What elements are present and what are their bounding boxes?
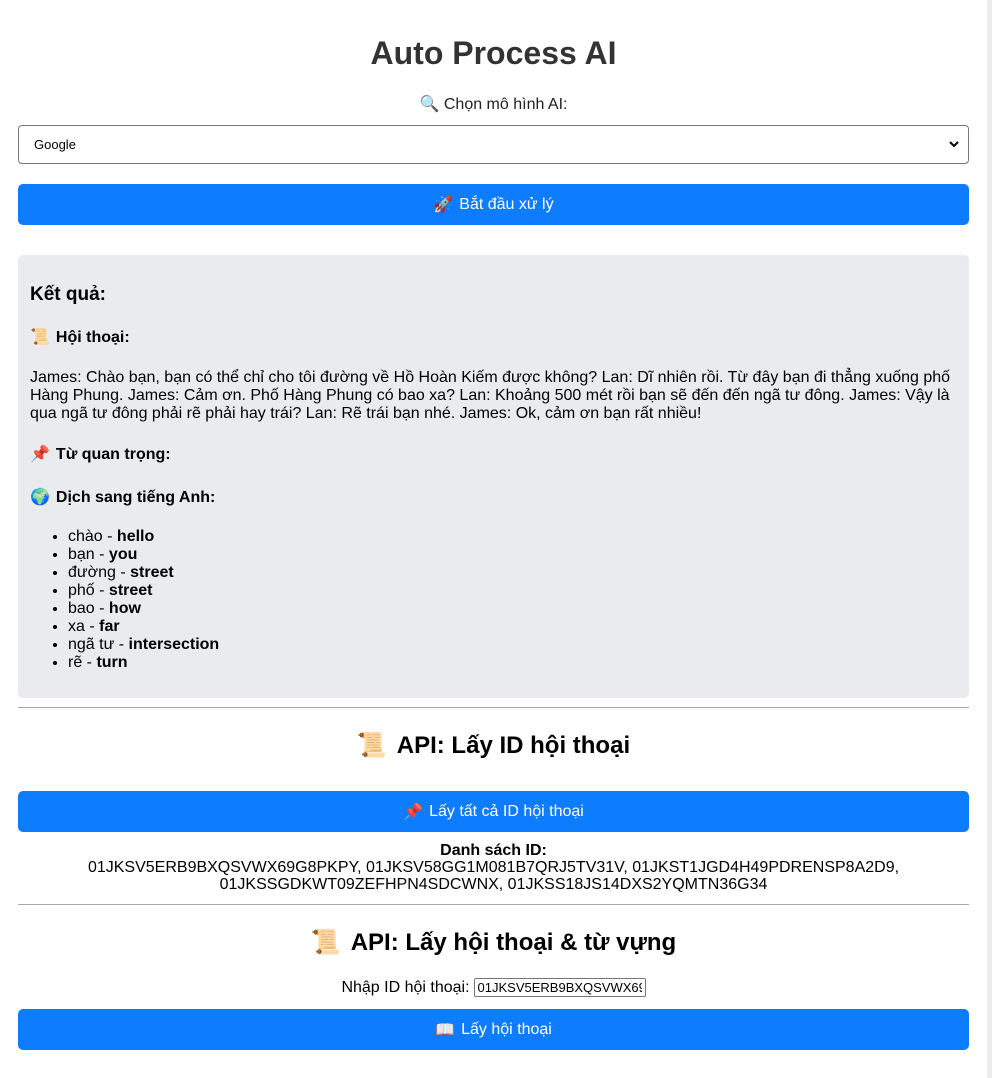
page: Auto Process AI 🔍 Chọn mô hình AI: Googl… [0, 0, 987, 1078]
vocab-vietnamese: xa [68, 618, 85, 635]
id-list-line: 01JKSV5ERB9BXQSVWX69G8PKPY, 01JKSV58GG1M… [87, 859, 900, 876]
keywords-heading: 📌 Từ quan trọng: [30, 445, 171, 465]
vocab-separator: - [94, 546, 109, 563]
api-ids-heading: 📜 API: Lấy ID hội thoại [18, 731, 969, 761]
vocab-english: street [130, 564, 174, 581]
conversation-id-label: Nhập ID hội thoại: [341, 978, 470, 996]
id-list-label: Danh sách ID: [440, 842, 547, 859]
start-process-button[interactable]: 🚀 Bắt đầu xử lý [18, 184, 969, 225]
vocab-vietnamese: bao [68, 600, 95, 617]
vocab-separator: - [102, 528, 117, 545]
vocab-item: chào - hello [68, 528, 219, 546]
rocket-icon: 🚀 [433, 196, 454, 214]
conversation-id-input[interactable] [473, 978, 646, 997]
vocab-english: far [99, 618, 120, 635]
vocab-vietnamese: chào [68, 528, 103, 545]
vocab-item: bạn - you [68, 546, 219, 564]
dialogue-text: James: Chào bạn, bạn có thể chỉ cho tôi … [30, 369, 951, 422]
get-conversation-button[interactable]: 📖 Lấy hội thoại [18, 1009, 969, 1050]
vocab-item: rẽ - turn [68, 654, 219, 672]
conversation-id-row: Nhập ID hội thoại: [18, 978, 969, 997]
scrollbar-track[interactable] [987, 0, 992, 1078]
api-conv-heading-text: API: Lấy hội thoại & từ vựng [350, 929, 677, 956]
dialogue-heading-text: Hội thoại: [55, 329, 130, 346]
vocab-item: xa - far [68, 618, 219, 636]
divider [18, 904, 969, 905]
vocab-item: đường - street [68, 564, 219, 582]
result-title: Kết quả: [30, 284, 106, 305]
scroll-icon: 📜 [310, 929, 341, 956]
translate-heading-text: Dịch sang tiếng Anh: [55, 489, 216, 506]
vocab-separator: - [82, 654, 97, 671]
vocab-list: chào - hellobạn - youđường - streetphố -… [30, 528, 219, 672]
globe-icon: 🌍 [30, 489, 50, 506]
translate-heading: 🌍 Dịch sang tiếng Anh: [30, 488, 215, 508]
page-title: Auto Process AI [370, 35, 617, 71]
model-label: 🔍 Chọn mô hình AI: [18, 94, 969, 116]
id-list-line: 01JKSSGDKWT09ZEFHPN4SDCWNX, 01JKSS18JS14… [219, 876, 768, 893]
vocab-vietnamese: bạn [68, 546, 95, 563]
vocab-separator: - [114, 636, 129, 653]
model-select[interactable]: Google [18, 125, 969, 164]
vocab-item: bao - how [68, 600, 219, 618]
vocab-vietnamese: ngã tư [68, 636, 115, 653]
get-all-ids-button[interactable]: 📌 Lấy tất cả ID hội thoại [18, 791, 969, 832]
pushpin-icon: 📌 [30, 446, 50, 463]
model-select-value: Google [34, 137, 76, 152]
vocab-separator: - [84, 618, 100, 635]
scroll-icon: 📜 [356, 732, 387, 759]
vocab-english: turn [96, 654, 128, 671]
keywords-heading-text: Từ quan trọng: [55, 446, 171, 463]
vocab-separator: - [94, 582, 109, 599]
model-label-text: Chọn mô hình AI: [443, 96, 568, 113]
start-process-label: Bắt đầu xử lý [459, 195, 554, 213]
get-conversation-label: Lấy hội thoại [461, 1020, 552, 1038]
api-conv-heading: 📜 API: Lấy hội thoại & từ vựng [18, 928, 969, 958]
vocab-english: street [108, 582, 153, 599]
vocab-english: you [108, 546, 138, 563]
vocab-item: ngã tư - intersection [68, 636, 219, 654]
dialogue-heading: 📜 Hội thoại: [30, 328, 130, 348]
vocab-vietnamese: đường [68, 564, 116, 581]
api-ids-heading-text: API: Lấy ID hội thoại [396, 732, 631, 759]
id-list: Danh sách ID: 01JKSV5ERB9BXQSVWX69G8PKPY… [18, 842, 969, 893]
vocab-separator: - [115, 564, 131, 581]
search-icon: 🔍 [419, 96, 440, 113]
divider [18, 707, 969, 708]
pushpin-icon: 📌 [403, 803, 424, 821]
vocab-vietnamese: rẽ [68, 654, 83, 671]
vocab-separator: - [94, 600, 109, 617]
scroll-icon: 📜 [30, 329, 50, 346]
vocab-english: how [108, 600, 141, 617]
vocab-english: intersection [128, 636, 220, 653]
vocab-vietnamese: phố [68, 582, 95, 599]
vocab-item: phố - street [68, 582, 219, 600]
get-all-ids-label: Lấy tất cả ID hội thoại [429, 802, 584, 820]
chevron-down-icon [949, 141, 959, 148]
book-icon: 📖 [435, 1021, 456, 1039]
vocab-english: hello [116, 528, 155, 545]
